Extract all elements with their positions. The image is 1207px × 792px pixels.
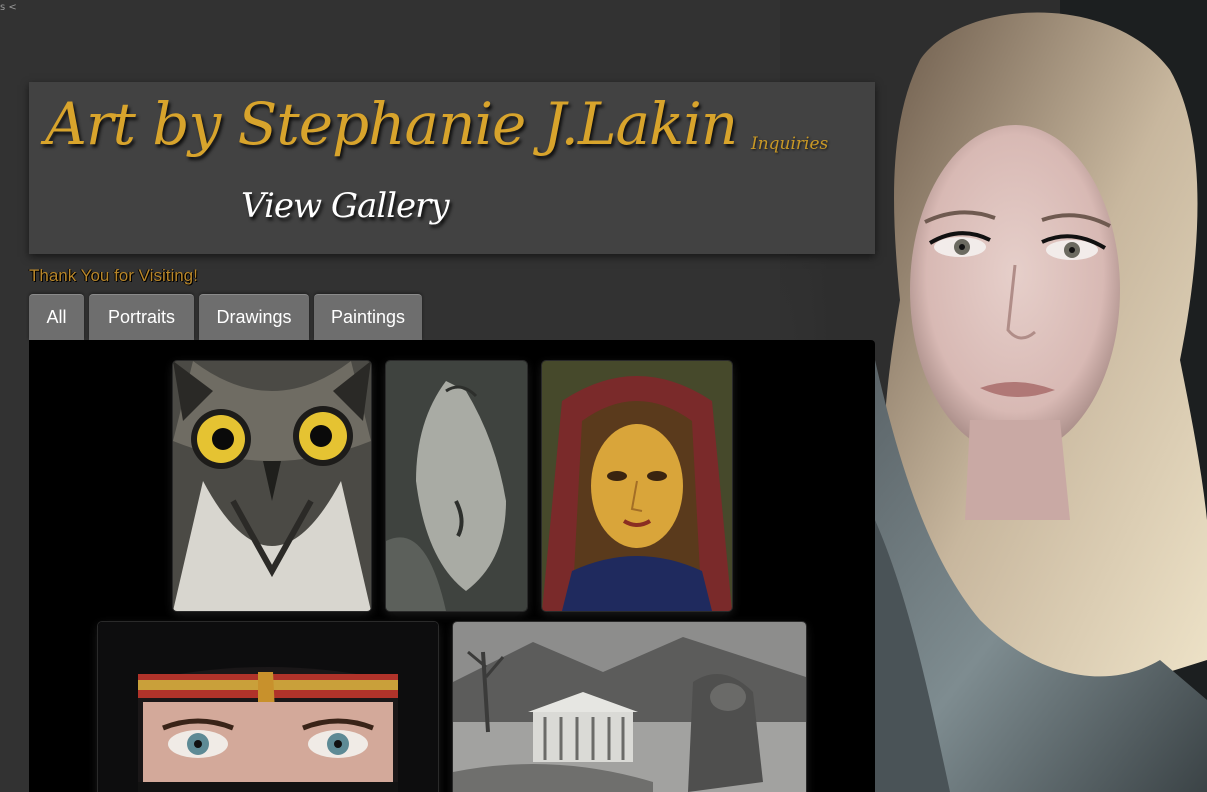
tab-drawings[interactable]: Drawings [199, 294, 309, 340]
gallery-item-seal[interactable] [386, 361, 527, 611]
site-title: Art by Stephanie J.Lakin [45, 90, 738, 158]
gallery-item-madonna[interactable] [542, 361, 732, 611]
header-banner: Art by Stephanie J.Lakin Inquiries View … [29, 82, 875, 254]
tab-paintings[interactable]: Paintings [314, 294, 422, 340]
gallery-item-veiled-woman[interactable] [98, 622, 438, 792]
tab-all[interactable]: All [29, 294, 84, 340]
view-gallery-link[interactable]: View Gallery [241, 186, 450, 226]
inquiries-link[interactable]: Inquiries [751, 134, 828, 154]
gallery-item-greek-temple[interactable] [453, 622, 806, 792]
tab-portraits[interactable]: Portraits [89, 294, 194, 340]
corner-mark: s < [0, 2, 17, 13]
thanks-message: Thank You for Visiting! [29, 266, 198, 285]
gallery-item-owl[interactable] [173, 361, 371, 611]
gallery-grid [29, 340, 875, 792]
